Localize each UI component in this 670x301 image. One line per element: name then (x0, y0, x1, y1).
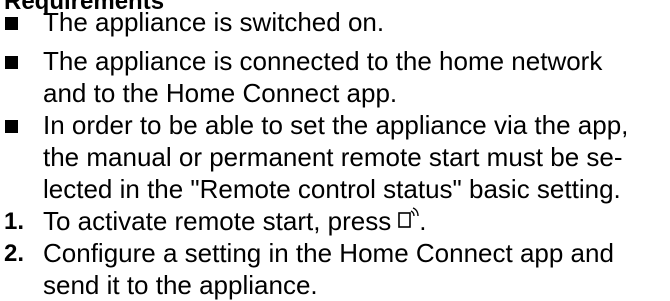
step-2-line-1: Configure a setting in the Home Connect … (43, 238, 614, 268)
requirement-bullet-1 (5, 17, 18, 30)
requirement-1-line-1: The appliance is switched on. (43, 7, 385, 37)
step-1-text-period: . (419, 206, 427, 236)
step-1-number: 1. (4, 208, 25, 235)
remote-start-icon (397, 206, 419, 230)
requirement-bullet-3 (5, 120, 18, 133)
step-1-text: To activate remote start, press. (43, 205, 426, 237)
requirement-3-line-2: the manual or permanent remote start mus… (43, 142, 623, 172)
requirement-2-line-1: The appliance is connected to the home n… (43, 46, 603, 76)
step-2-number: 2. (4, 240, 25, 267)
requirement-3-line-3: lected in the "Remote control status" ba… (43, 174, 621, 204)
requirement-3-line-1: In order to be able to set the appliance… (43, 110, 629, 140)
requirement-bullet-2 (5, 56, 18, 69)
step-1-text-main: To activate remote start, press (43, 206, 392, 236)
step-2-line-2: send it to the appliance. (43, 270, 318, 300)
requirement-2-line-2: and to the Home Connect app. (43, 78, 398, 108)
